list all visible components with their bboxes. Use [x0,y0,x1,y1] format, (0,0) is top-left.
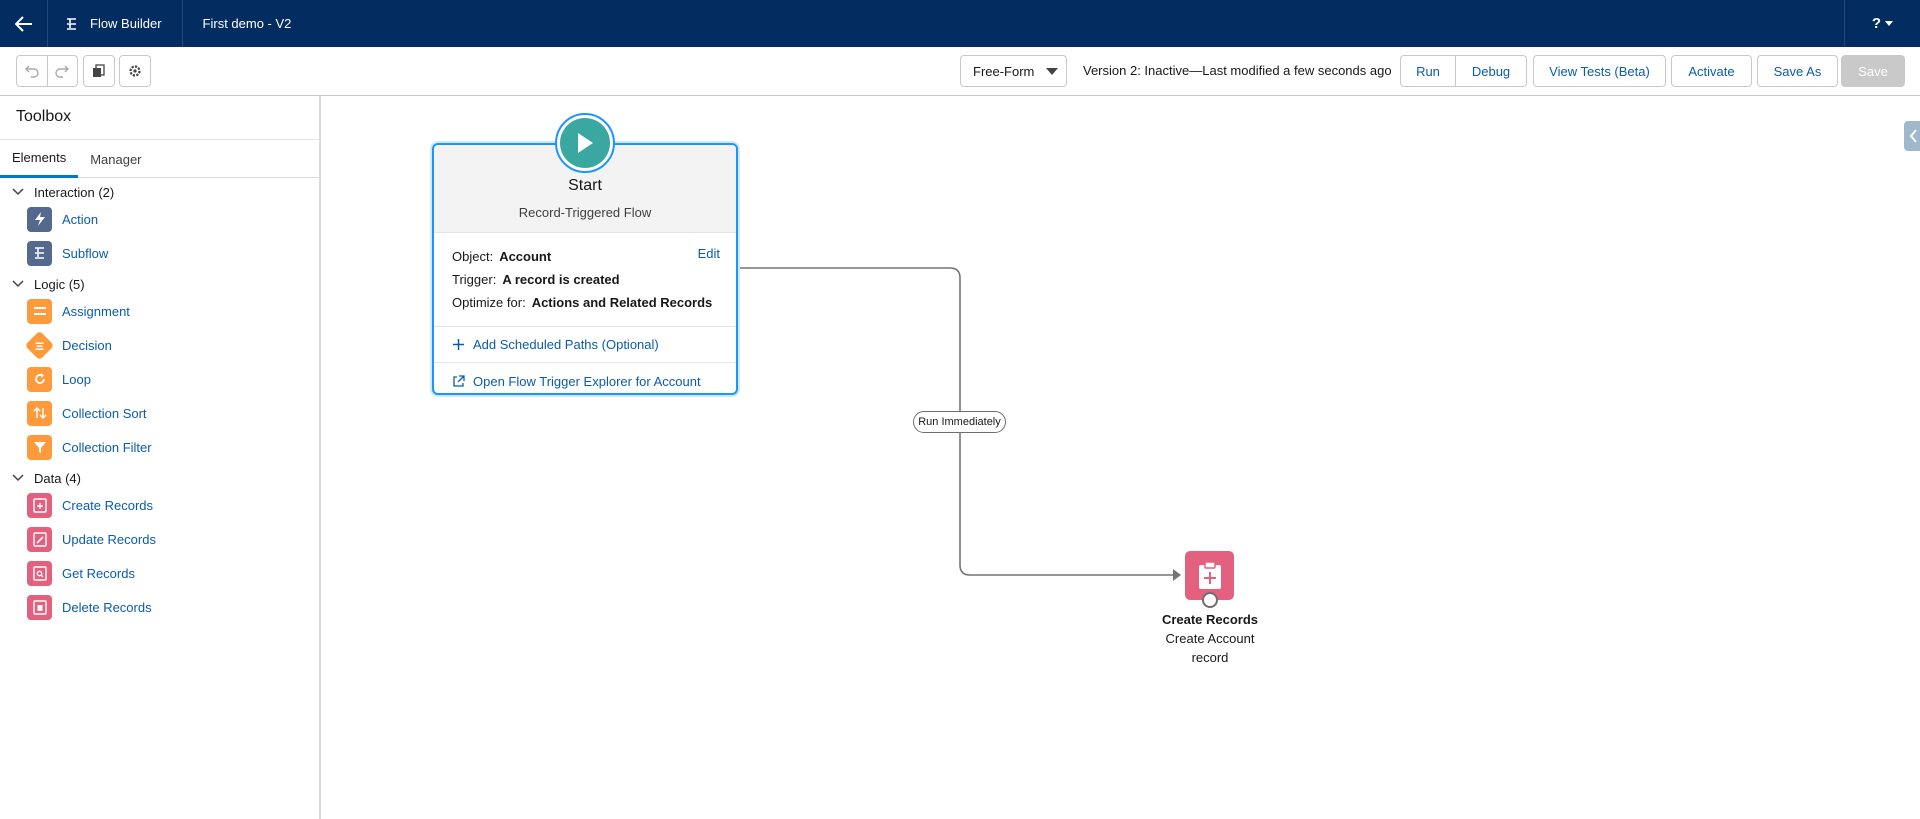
panel-collapse-handle[interactable] [1904,121,1920,151]
chevron-left-icon [1909,129,1917,143]
add-scheduled-paths-link[interactable]: Add Scheduled Paths (Optional) [434,327,736,363]
open-explorer-label: Open Flow Trigger Explorer for Account [473,373,701,389]
node-connector-handle[interactable] [1202,592,1218,608]
open-trigger-explorer-link[interactable]: Open Flow Trigger Explorer for Account [434,363,736,399]
node-name-line2: record [1191,650,1229,665]
new-window-icon [453,374,465,387]
edit-start-link[interactable]: Edit [698,246,720,261]
trigger-label: Trigger: [452,272,497,287]
add-paths-label: Add Scheduled Paths (Optional) [473,337,659,352]
play-icon [560,118,610,168]
start-details: Object: Account Trigger: A record is cre… [434,233,736,327]
connector-lines [740,267,1181,581]
start-node-icon[interactable] [555,113,615,173]
node-type: Create Records [1161,612,1259,627]
trigger-value: A record is created [502,272,620,287]
optimize-row: Optimize for: Actions and Related Record… [452,291,718,314]
record-create-icon [1198,560,1221,589]
start-element[interactable]: Start Record-Triggered Flow Object: Acco… [432,143,738,395]
node-name-line1: Create Account [1165,631,1255,646]
object-label: Object: [452,249,494,264]
add-icon [453,339,464,350]
start-title: Start [568,177,602,194]
start-subtitle: Record-Triggered Flow [518,205,652,220]
connector-label[interactable]: Run Immediately [913,411,1006,433]
trigger-row: Trigger: A record is created [452,268,718,291]
create-records-label: Create Records Create Account record [1130,610,1290,667]
object-value: Account [499,249,552,264]
object-row: Object: Account [452,245,718,268]
optimize-value: Actions and Related Records [531,295,713,310]
optimize-label: Optimize for: [452,295,526,310]
